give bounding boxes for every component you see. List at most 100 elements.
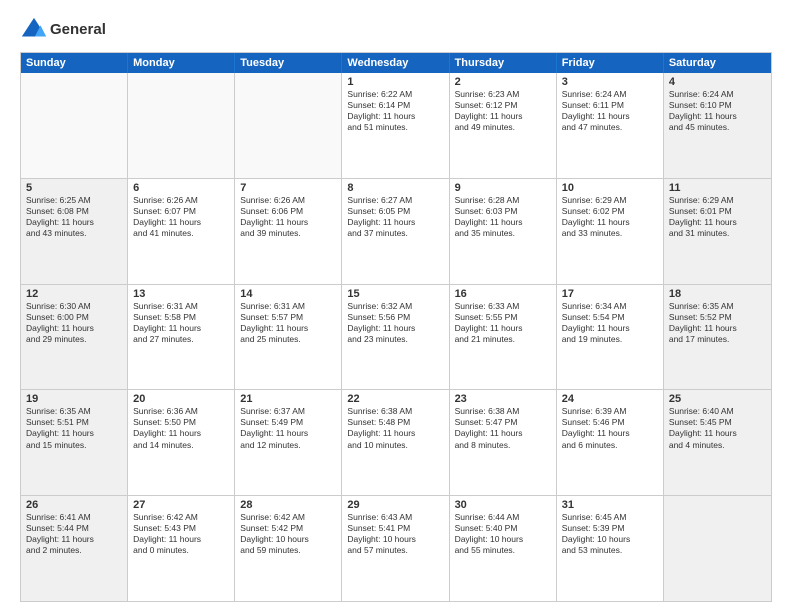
cell-line: and 2 minutes.	[26, 545, 122, 556]
cell-line: and 23 minutes.	[347, 334, 443, 345]
calendar-cell: 29Sunrise: 6:43 AMSunset: 5:41 PMDayligh…	[342, 496, 449, 601]
cell-line: Sunrise: 6:30 AM	[26, 301, 122, 312]
calendar-cell: 30Sunrise: 6:44 AMSunset: 5:40 PMDayligh…	[450, 496, 557, 601]
cell-line: Daylight: 11 hours	[347, 111, 443, 122]
cell-line: Sunset: 5:44 PM	[26, 523, 122, 534]
header: General	[20, 16, 772, 44]
cell-line: and 4 minutes.	[669, 440, 766, 451]
cell-line: Daylight: 11 hours	[669, 428, 766, 439]
cell-line: Daylight: 11 hours	[26, 217, 122, 228]
calendar-cell: 19Sunrise: 6:35 AMSunset: 5:51 PMDayligh…	[21, 390, 128, 495]
cell-line: Sunrise: 6:31 AM	[133, 301, 229, 312]
cell-line: Sunrise: 6:23 AM	[455, 89, 551, 100]
cell-line: and 37 minutes.	[347, 228, 443, 239]
cell-line: Sunset: 5:43 PM	[133, 523, 229, 534]
cell-line: and 15 minutes.	[26, 440, 122, 451]
cell-line: Daylight: 11 hours	[347, 428, 443, 439]
calendar-cell: 13Sunrise: 6:31 AMSunset: 5:58 PMDayligh…	[128, 285, 235, 390]
day-number: 30	[455, 499, 551, 511]
cell-line: Sunrise: 6:22 AM	[347, 89, 443, 100]
calendar-row-1: 5Sunrise: 6:25 AMSunset: 6:08 PMDaylight…	[21, 179, 771, 285]
cell-line: and 14 minutes.	[133, 440, 229, 451]
calendar-cell: 4Sunrise: 6:24 AMSunset: 6:10 PMDaylight…	[664, 73, 771, 178]
day-number: 8	[347, 182, 443, 194]
cell-line: and 31 minutes.	[669, 228, 766, 239]
cell-line: Sunset: 5:45 PM	[669, 417, 766, 428]
cell-line: Sunrise: 6:33 AM	[455, 301, 551, 312]
day-number: 2	[455, 76, 551, 88]
logo: General	[20, 16, 106, 44]
cell-line: Sunrise: 6:29 AM	[562, 195, 658, 206]
calendar-cell: 21Sunrise: 6:37 AMSunset: 5:49 PMDayligh…	[235, 390, 342, 495]
calendar-cell: 18Sunrise: 6:35 AMSunset: 5:52 PMDayligh…	[664, 285, 771, 390]
day-number: 3	[562, 76, 658, 88]
cell-line: and 25 minutes.	[240, 334, 336, 345]
logo-text: General	[50, 22, 106, 39]
cell-line: Sunrise: 6:42 AM	[133, 512, 229, 523]
cell-line: and 33 minutes.	[562, 228, 658, 239]
logo-icon	[20, 16, 48, 44]
weekday-header-monday: Monday	[128, 53, 235, 73]
day-number: 6	[133, 182, 229, 194]
calendar-cell: 7Sunrise: 6:26 AMSunset: 6:06 PMDaylight…	[235, 179, 342, 284]
calendar-cell: 24Sunrise: 6:39 AMSunset: 5:46 PMDayligh…	[557, 390, 664, 495]
weekday-header-wednesday: Wednesday	[342, 53, 449, 73]
cell-line: Sunrise: 6:35 AM	[26, 406, 122, 417]
calendar-cell: 6Sunrise: 6:26 AMSunset: 6:07 PMDaylight…	[128, 179, 235, 284]
calendar-cell: 11Sunrise: 6:29 AMSunset: 6:01 PMDayligh…	[664, 179, 771, 284]
calendar-cell: 26Sunrise: 6:41 AMSunset: 5:44 PMDayligh…	[21, 496, 128, 601]
calendar-cell: 23Sunrise: 6:38 AMSunset: 5:47 PMDayligh…	[450, 390, 557, 495]
cell-line: Sunset: 6:05 PM	[347, 206, 443, 217]
day-number: 17	[562, 288, 658, 300]
weekday-header-friday: Friday	[557, 53, 664, 73]
cell-line: Daylight: 11 hours	[133, 217, 229, 228]
cell-line: Daylight: 11 hours	[26, 428, 122, 439]
cell-line: Sunrise: 6:39 AM	[562, 406, 658, 417]
cell-line: Sunset: 6:11 PM	[562, 100, 658, 111]
day-number: 12	[26, 288, 122, 300]
cell-line: and 57 minutes.	[347, 545, 443, 556]
cell-line: Sunset: 6:08 PM	[26, 206, 122, 217]
calendar-cell: 16Sunrise: 6:33 AMSunset: 5:55 PMDayligh…	[450, 285, 557, 390]
cell-line: Daylight: 11 hours	[26, 323, 122, 334]
cell-line: Daylight: 11 hours	[562, 428, 658, 439]
cell-line: Sunrise: 6:42 AM	[240, 512, 336, 523]
cell-line: Daylight: 10 hours	[240, 534, 336, 545]
cell-line: Sunrise: 6:27 AM	[347, 195, 443, 206]
cell-line: Sunrise: 6:34 AM	[562, 301, 658, 312]
cell-line: Sunset: 6:03 PM	[455, 206, 551, 217]
calendar-cell: 17Sunrise: 6:34 AMSunset: 5:54 PMDayligh…	[557, 285, 664, 390]
day-number: 26	[26, 499, 122, 511]
cell-line: Daylight: 11 hours	[133, 534, 229, 545]
cell-line: Sunset: 6:07 PM	[133, 206, 229, 217]
cell-line: Sunset: 5:48 PM	[347, 417, 443, 428]
calendar-cell: 10Sunrise: 6:29 AMSunset: 6:02 PMDayligh…	[557, 179, 664, 284]
cell-line: Sunset: 5:41 PM	[347, 523, 443, 534]
cell-line: and 47 minutes.	[562, 122, 658, 133]
cell-line: Daylight: 11 hours	[455, 428, 551, 439]
cell-line: and 41 minutes.	[133, 228, 229, 239]
cell-line: and 49 minutes.	[455, 122, 551, 133]
cell-line: Daylight: 11 hours	[133, 428, 229, 439]
day-number: 4	[669, 76, 766, 88]
calendar-cell	[235, 73, 342, 178]
cell-line: Sunset: 5:50 PM	[133, 417, 229, 428]
cell-line: Daylight: 11 hours	[240, 428, 336, 439]
cell-line: Daylight: 11 hours	[562, 111, 658, 122]
cell-line: and 21 minutes.	[455, 334, 551, 345]
cell-line: Daylight: 10 hours	[562, 534, 658, 545]
cell-line: Sunrise: 6:25 AM	[26, 195, 122, 206]
day-number: 5	[26, 182, 122, 194]
calendar-cell	[664, 496, 771, 601]
calendar-cell: 14Sunrise: 6:31 AMSunset: 5:57 PMDayligh…	[235, 285, 342, 390]
cell-line: Sunset: 5:54 PM	[562, 312, 658, 323]
cell-line: and 51 minutes.	[347, 122, 443, 133]
cell-line: Sunset: 5:58 PM	[133, 312, 229, 323]
cell-line: Daylight: 11 hours	[455, 111, 551, 122]
cell-line: Sunset: 6:06 PM	[240, 206, 336, 217]
cell-line: Sunset: 5:42 PM	[240, 523, 336, 534]
cell-line: Daylight: 10 hours	[347, 534, 443, 545]
calendar-cell: 12Sunrise: 6:30 AMSunset: 6:00 PMDayligh…	[21, 285, 128, 390]
cell-line: Daylight: 11 hours	[347, 217, 443, 228]
cell-line: Sunrise: 6:41 AM	[26, 512, 122, 523]
